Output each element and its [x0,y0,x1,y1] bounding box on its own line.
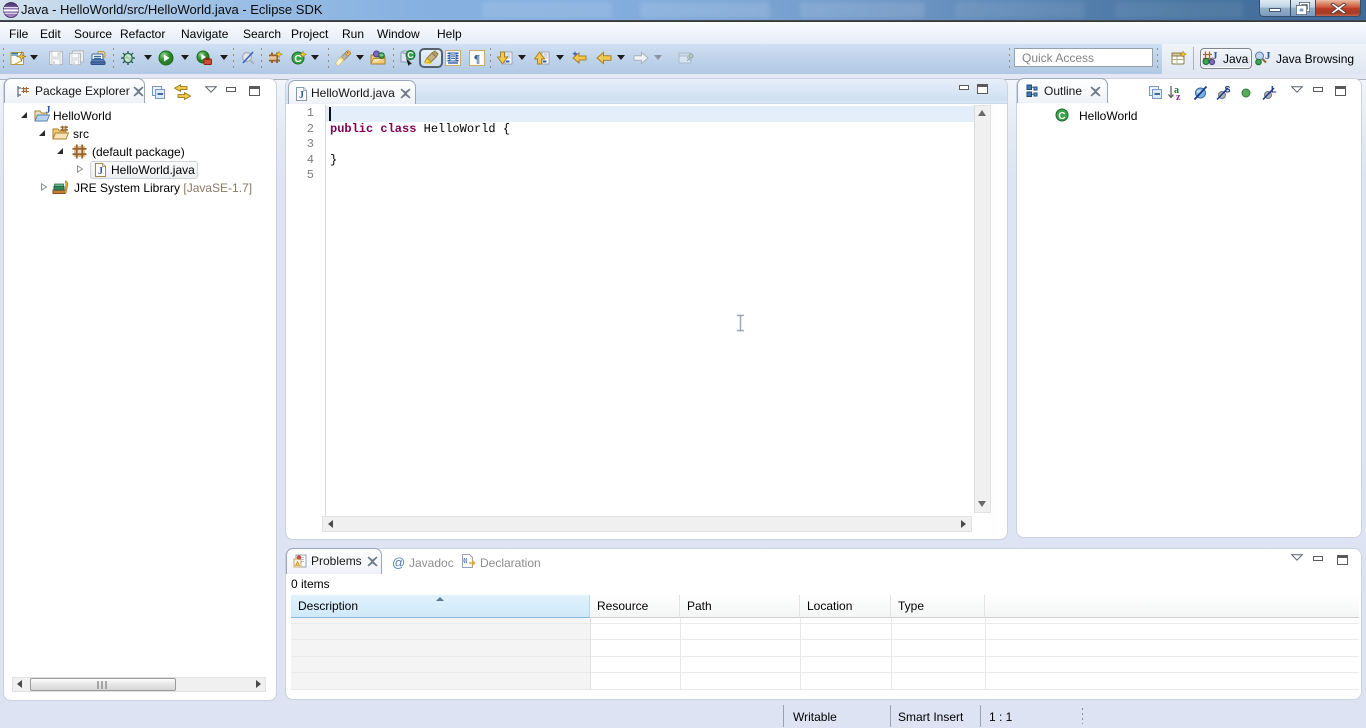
svg-text:¶: ¶ [474,52,480,66]
svg-text:C: C [407,50,413,60]
svg-text:J: J [299,90,304,101]
svg-text:z: z [1176,92,1181,101]
svg-text:C: C [1058,111,1065,122]
svg-text:J: J [46,106,51,116]
svg-text:J: J [98,166,103,177]
svg-text:J: J [1265,50,1271,62]
